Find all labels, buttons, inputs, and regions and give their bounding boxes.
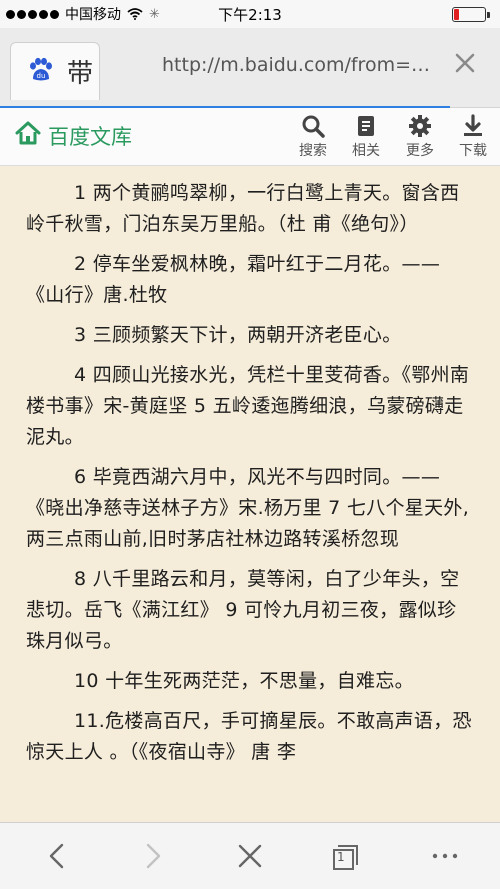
related-button[interactable]: 相关 (346, 114, 386, 160)
download-icon (464, 114, 482, 136)
more-button[interactable]: 更多 (400, 114, 440, 160)
poem-paragraph: 1 两个黄鹂鸣翠柳，一行白鹭上青天。窗含西岭千秋雪，门泊东吴万里船。（杜 甫《绝… (26, 182, 460, 235)
search-button[interactable]: 搜索 (293, 114, 333, 160)
more-label: 更多 (406, 143, 434, 159)
download-button[interactable]: 下载 (453, 114, 493, 160)
poem-paragraph: 2 停车坐爱枫林晚，霜叶红于二月花。——《山行》唐.杜牧 (26, 253, 441, 306)
chevron-right-icon (146, 843, 161, 869)
close-icon (238, 844, 262, 868)
poem-paragraph: 3 三顾频繁天下计，两朝开济老臣心。 (74, 324, 402, 346)
brand-title[interactable]: 百度文库 (48, 121, 132, 151)
home-icon[interactable] (14, 120, 42, 146)
tabs-button[interactable]: 1 (331, 841, 361, 871)
poem-paragraph: 6 毕竟西湖六月中，风光不与四时同。——《晓出净慈寺送林子方》宋.杨万里 7 七… (26, 466, 470, 550)
current-tab[interactable]: du 带 (10, 42, 100, 100)
menu-button[interactable] (430, 841, 460, 871)
search-icon (302, 115, 325, 138)
poem-paragraph: 8 八千里路云和月，莫等闲，白了少年头，空悲切。岳飞《满江红》 9 可怜九月初三… (26, 568, 460, 652)
wenku-toolbar: 百度文库 搜索 相关 更多 下载 (0, 108, 500, 166)
browser-bottom-bar: 1 (0, 822, 500, 889)
forward-button[interactable] (138, 841, 168, 871)
chevron-left-icon (49, 843, 64, 869)
tab-count: 1 (337, 850, 345, 864)
related-label: 相关 (352, 143, 380, 159)
tab-title: 带 (67, 59, 94, 89)
url-field[interactable]: http://m.baidu.com/from=… (162, 54, 430, 76)
battery-level (454, 9, 459, 20)
close-page-button[interactable] (235, 841, 265, 871)
more-dots-icon (432, 853, 458, 859)
poem-paragraph: 10 十年生死两茫茫，不思量，自难忘。 (74, 670, 414, 692)
svg-text:du: du (37, 72, 46, 80)
document-icon (358, 116, 374, 136)
poem-paragraph: 11.危楼高百尺，手可摘星辰。不敢高声语，恐惊天上人 。（《夜宿山寺》 唐 李 (26, 710, 472, 763)
back-button[interactable] (42, 841, 72, 871)
status-time: 下午2:13 (218, 6, 282, 24)
url-bar: du 带 http://m.baidu.com/from=… (0, 28, 500, 109)
baidu-paw-icon: du (30, 57, 52, 81)
gear-icon (409, 115, 431, 137)
battery-icon (452, 7, 490, 22)
search-label: 搜索 (299, 143, 327, 159)
close-icon[interactable] (452, 50, 478, 76)
tabs-icon (333, 845, 358, 870)
document-content: 1 两个黄鹂鸣翠柳，一行白鹭上青天。窗含西岭千秋雪，门泊东吴万里船。（杜 甫《绝… (0, 166, 500, 822)
download-label: 下载 (459, 143, 487, 159)
poem-paragraph: 4 四顾山光接水光，凭栏十里芰荷香。《鄂州南楼书事》宋-黄庭坚 5 五岭逶迤腾细… (26, 364, 470, 448)
status-bar: 中国移动 ✳ 下午2:13 (0, 0, 500, 28)
